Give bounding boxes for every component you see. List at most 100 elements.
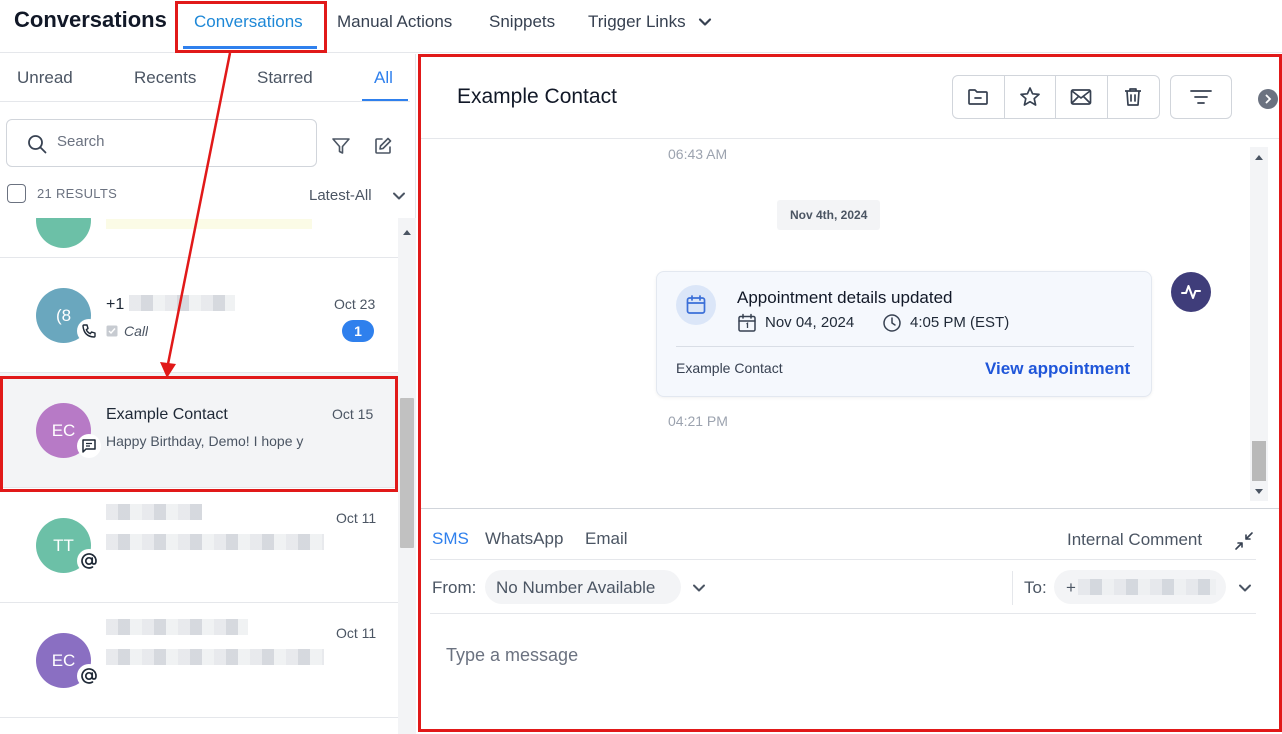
appointment-contact: Example Contact bbox=[676, 360, 783, 376]
tab-trigger-links[interactable]: Trigger Links bbox=[588, 12, 686, 32]
filter-tab-starred[interactable]: Starred bbox=[257, 68, 313, 88]
list-item[interactable]: TT Oct 11 bbox=[0, 488, 398, 603]
filter-tab-unread[interactable]: Unread bbox=[17, 68, 73, 88]
filter-tab-all[interactable]: All bbox=[374, 68, 393, 88]
appointment-card: Appointment details updated Nov 04, 2024… bbox=[656, 271, 1152, 397]
to-number-select[interactable]: + bbox=[1054, 570, 1226, 604]
search-box[interactable] bbox=[6, 119, 317, 167]
message-history: 06:43 AM Nov 4th, 2024 Appointment detai… bbox=[418, 139, 1282, 509]
message-input[interactable] bbox=[446, 640, 1226, 670]
conversation-date: Oct 11 bbox=[336, 625, 377, 641]
from-label: From: bbox=[432, 578, 477, 597]
internal-comment-tab[interactable]: Internal Comment bbox=[1067, 530, 1202, 550]
scroll-down-icon[interactable] bbox=[1254, 488, 1264, 496]
message-composer: SMS WhatsApp Email Internal Comment From… bbox=[418, 508, 1282, 734]
sort-lines-icon bbox=[1189, 87, 1213, 107]
call-icon bbox=[106, 325, 118, 337]
active-tab-indicator bbox=[183, 46, 317, 49]
trash-icon bbox=[1121, 85, 1145, 109]
conversation-list: (8 +1 Oct 23 Call 1 EC Example Contact O… bbox=[0, 218, 398, 734]
tab-snippets[interactable]: Snippets bbox=[489, 12, 555, 32]
divider bbox=[430, 559, 1256, 560]
chevron-down-icon[interactable] bbox=[691, 580, 707, 596]
message-timestamp: 06:43 AM bbox=[668, 146, 728, 162]
select-all-checkbox[interactable] bbox=[7, 184, 26, 203]
move-to-folder-button[interactable] bbox=[953, 76, 1005, 118]
activity-icon bbox=[1171, 272, 1211, 312]
app-title: Conversations bbox=[14, 7, 167, 32]
thread-filter-button[interactable] bbox=[1170, 75, 1232, 119]
redacted-name bbox=[106, 504, 202, 520]
conversation-date: Oct 15 bbox=[332, 406, 374, 422]
from-number-value: No Number Available bbox=[496, 578, 656, 597]
unread-badge: 1 bbox=[342, 320, 374, 342]
chevron-down-icon[interactable] bbox=[1237, 580, 1253, 596]
results-count: 21 RESULTS bbox=[37, 186, 118, 201]
search-icon bbox=[27, 134, 47, 154]
divider bbox=[430, 613, 1256, 614]
conversation-date: Oct 11 bbox=[336, 510, 377, 526]
folder-icon bbox=[966, 85, 990, 109]
conversation-date: Oct 23 bbox=[334, 296, 376, 312]
message-timestamp: 04:21 PM bbox=[668, 413, 728, 429]
redacted-preview bbox=[106, 649, 324, 665]
list-item[interactable] bbox=[0, 218, 398, 258]
conversation-thread-panel: Example Contact 06:43 AM Nov 4th, 2024 A… bbox=[418, 54, 1282, 734]
conversation-preview: Call bbox=[124, 323, 149, 339]
appointment-title: Appointment details updated bbox=[737, 288, 953, 307]
mail-icon bbox=[1069, 85, 1093, 109]
appointment-time: 4:05 PM (EST) bbox=[910, 314, 1010, 331]
search-input[interactable] bbox=[57, 133, 297, 150]
mark-unread-button[interactable] bbox=[1056, 76, 1108, 118]
delete-button[interactable] bbox=[1108, 76, 1160, 118]
top-navigation: Conversations Conversations Manual Actio… bbox=[0, 0, 1282, 53]
sms-icon bbox=[77, 434, 101, 458]
to-label: To: bbox=[1024, 578, 1047, 597]
chevron-down-icon[interactable] bbox=[698, 15, 712, 29]
divider bbox=[676, 346, 1134, 347]
filter-icon[interactable] bbox=[331, 136, 351, 156]
list-item-selected[interactable]: EC Example Contact Oct 15 Happy Birthday… bbox=[0, 373, 398, 488]
calendar-icon bbox=[737, 313, 757, 333]
chevron-down-icon[interactable] bbox=[391, 188, 407, 204]
divider bbox=[0, 101, 410, 102]
contact-name: +1 bbox=[106, 296, 125, 313]
from-number-select[interactable]: No Number Available bbox=[485, 570, 681, 604]
scrollbar-thumb[interactable] bbox=[1252, 441, 1266, 481]
view-appointment-link[interactable]: View appointment bbox=[985, 359, 1130, 379]
channel-tab-whatsapp[interactable]: WhatsApp bbox=[485, 529, 563, 549]
clock-icon bbox=[882, 313, 902, 333]
scroll-up-icon[interactable] bbox=[402, 228, 412, 236]
contact-name: Example Contact bbox=[106, 406, 228, 423]
tab-conversations[interactable]: Conversations bbox=[194, 12, 303, 32]
date-separator: Nov 4th, 2024 bbox=[777, 200, 881, 230]
channel-tab-sms[interactable]: SMS bbox=[432, 529, 469, 549]
list-scrollbar[interactable] bbox=[398, 218, 416, 734]
sort-dropdown[interactable]: Latest-All bbox=[309, 187, 372, 204]
collapse-panel-button[interactable] bbox=[1258, 89, 1278, 109]
compose-icon[interactable] bbox=[373, 136, 393, 156]
tab-manual-actions[interactable]: Manual Actions bbox=[337, 12, 452, 32]
filter-tab-recents[interactable]: Recents bbox=[134, 68, 196, 88]
at-icon bbox=[77, 549, 101, 573]
collapse-icon[interactable] bbox=[1234, 531, 1254, 551]
list-item[interactable]: EC Oct 11 bbox=[0, 603, 398, 718]
star-button[interactable] bbox=[1005, 76, 1056, 118]
redacted-name bbox=[106, 619, 248, 635]
thread-actions bbox=[952, 75, 1160, 119]
thread-contact-name: Example Contact bbox=[457, 85, 617, 108]
scroll-up-icon[interactable] bbox=[1254, 153, 1264, 161]
list-item[interactable]: (8 +1 Oct 23 Call 1 bbox=[0, 258, 398, 373]
channel-tab-email[interactable]: Email bbox=[585, 529, 628, 549]
conversation-list-panel: Unread Recents Starred All 21 RESULTS La… bbox=[0, 54, 416, 734]
calendar-icon bbox=[676, 285, 716, 325]
message-scrollbar[interactable] bbox=[1250, 147, 1268, 501]
star-icon bbox=[1018, 85, 1042, 109]
preview-blur bbox=[106, 219, 312, 229]
to-number-value: + bbox=[1066, 578, 1076, 597]
divider bbox=[1012, 571, 1013, 605]
chevron-right-icon bbox=[1263, 94, 1273, 104]
scrollbar-thumb[interactable] bbox=[400, 398, 414, 548]
redacted-phone bbox=[129, 295, 235, 311]
at-icon bbox=[77, 664, 101, 688]
